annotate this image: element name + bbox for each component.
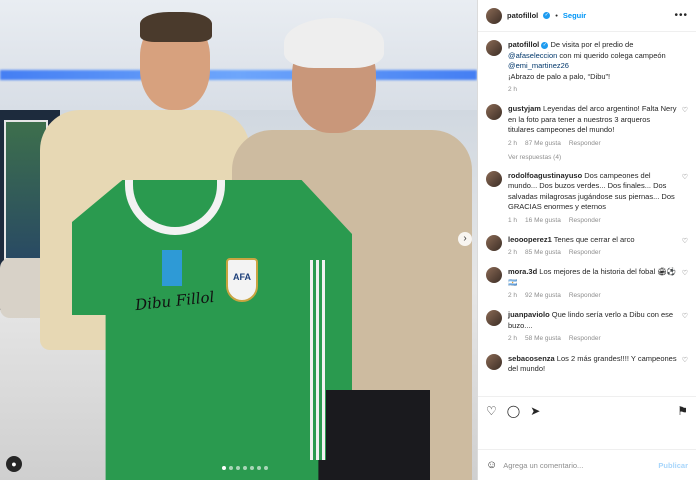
- caption-text-2: con mi querido colega campeón: [559, 50, 666, 60]
- reply-button[interactable]: Responder: [569, 139, 601, 148]
- comments-panel: patofillol ✓ • Seguir ••• patofillol ✓ D…: [477, 0, 696, 480]
- commenter-avatar[interactable]: [486, 267, 502, 284]
- heart-icon[interactable]: ♡: [682, 312, 688, 320]
- carousel-dot: [236, 466, 240, 470]
- comment-time: 2 h: [508, 292, 518, 300]
- comment-likes[interactable]: 16 Me gusta: [525, 216, 561, 225]
- carousel-dot: [222, 466, 226, 470]
- comment-time: 2 h: [508, 139, 518, 147]
- commenter-avatar[interactable]: [486, 234, 502, 251]
- commenter-avatar[interactable]: [486, 170, 502, 187]
- heart-icon[interactable]: ♡: [682, 356, 688, 364]
- caption-text-3: ¡Abrazo de palo a palo, “Dibu”!: [508, 71, 611, 81]
- emoji-icon[interactable]: ☺: [486, 459, 497, 471]
- ceiling: [0, 0, 477, 110]
- commenter-username[interactable]: rodolfoagustinayuso: [508, 171, 582, 180]
- post-photo[interactable]: AFA Dibu Fillol › ●: [0, 0, 477, 480]
- heart-icon[interactable]: ♡: [682, 237, 688, 245]
- comment-time: 1 h: [508, 216, 518, 224]
- reply-button[interactable]: Responder: [569, 248, 601, 257]
- instagram-post-modal: AFA Dibu Fillol › ● patofillol ✓ • Segui…: [0, 0, 696, 480]
- reply-button[interactable]: Responder: [569, 216, 601, 225]
- comment-likes[interactable]: 58 Me gusta: [525, 334, 561, 343]
- post-header: patofillol ✓ • Seguir •••: [478, 0, 696, 32]
- caption-time: 2 h: [508, 86, 518, 93]
- mention-afaseleccion[interactable]: @afaseleccion: [508, 51, 557, 60]
- like-icon[interactable]: ♡: [486, 404, 497, 418]
- afa-crest-label: AFA: [233, 272, 251, 282]
- verified-badge-icon: ✓: [541, 41, 549, 49]
- follow-button[interactable]: Seguir: [563, 11, 586, 20]
- carousel-dot: [243, 466, 247, 470]
- comment-input[interactable]: Agrega un comentario...: [503, 461, 583, 470]
- commenter-avatar[interactable]: [486, 310, 502, 327]
- carousel-dot: [250, 466, 254, 470]
- commenter-username[interactable]: gustyjam: [508, 104, 541, 113]
- comment: gustyjam Leyendas del arco argentino! Fa…: [486, 104, 688, 148]
- comment: sebacosenza Los 2 más grandes!!!! Y camp…: [486, 353, 688, 375]
- comment: mora.3d Los mejores de la historia del f…: [486, 267, 688, 300]
- comment-likes[interactable]: 85 Me gusta: [525, 248, 561, 257]
- caption-text-1: De visita por el predio de: [550, 40, 634, 49]
- comment: leoooperez1 Tenes que cerrar el arco 2 h…: [486, 234, 688, 258]
- add-comment-bar: ☺ Agrega un comentario... Publicar: [478, 450, 696, 480]
- caption-username[interactable]: patofillol: [508, 40, 539, 49]
- commenter-username[interactable]: leoooperez1: [508, 235, 552, 244]
- comment-time: 2 h: [508, 249, 518, 257]
- reply-button[interactable]: Responder: [569, 334, 601, 343]
- separator: •: [555, 11, 558, 20]
- commenter-username[interactable]: mora.3d: [508, 267, 537, 276]
- comment-icon[interactable]: ◯: [507, 404, 520, 418]
- verified-badge-icon: ✓: [543, 12, 551, 19]
- publish-button[interactable]: Publicar: [658, 461, 688, 470]
- person-icon[interactable]: ●: [6, 456, 22, 472]
- carousel-dots: [222, 466, 268, 470]
- commenter-username[interactable]: juanpaviolo: [508, 310, 550, 319]
- save-icon[interactable]: ⚑: [677, 404, 688, 418]
- heart-icon[interactable]: ♡: [682, 106, 688, 114]
- commenter-avatar[interactable]: [486, 104, 502, 121]
- share-icon[interactable]: ➤: [530, 404, 540, 418]
- carousel-dot: [229, 466, 233, 470]
- comment-time: 2 h: [508, 335, 518, 343]
- neon-light: [0, 70, 477, 80]
- likes-area: [478, 424, 696, 450]
- comment-likes[interactable]: 87 Me gusta: [525, 139, 561, 148]
- next-slide-icon[interactable]: ›: [458, 232, 472, 246]
- comment: rodolfoagustinayuso Dos campeones del mu…: [486, 170, 688, 225]
- person-left-hair: [140, 12, 212, 42]
- reply-button[interactable]: Responder: [569, 291, 601, 300]
- jersey-tag: [162, 250, 182, 286]
- author-avatar[interactable]: [486, 7, 502, 24]
- jersey-sleeve-stripes: [310, 260, 326, 460]
- mention-emi-martinez[interactable]: @emi_martinez26: [508, 61, 569, 70]
- commenter-avatar[interactable]: [486, 353, 502, 370]
- person-right-hair: [284, 18, 384, 68]
- action-bar: ♡ ◯ ➤ ⚑: [478, 396, 696, 424]
- caption: patofillol ✓ De visita por el predio de …: [486, 40, 688, 94]
- comment-text: Tenes que cerrar el arco: [553, 234, 635, 244]
- heart-icon[interactable]: ♡: [682, 173, 688, 181]
- comments-list[interactable]: patofillol ✓ De visita por el predio de …: [478, 32, 696, 396]
- comment: juanpaviolo Que lindo sería verlo a Dibu…: [486, 310, 688, 343]
- comment-likes[interactable]: 92 Me gusta: [525, 291, 561, 300]
- carousel-dot: [264, 466, 268, 470]
- commenter-username[interactable]: sebacosenza: [508, 354, 555, 363]
- carousel-dot: [257, 466, 261, 470]
- author-avatar[interactable]: [486, 40, 502, 56]
- author-username[interactable]: patofillol: [507, 11, 538, 20]
- more-options-icon[interactable]: •••: [674, 10, 688, 21]
- heart-icon[interactable]: ♡: [682, 269, 688, 277]
- view-replies-link[interactable]: Ver respuestas (4): [508, 154, 688, 161]
